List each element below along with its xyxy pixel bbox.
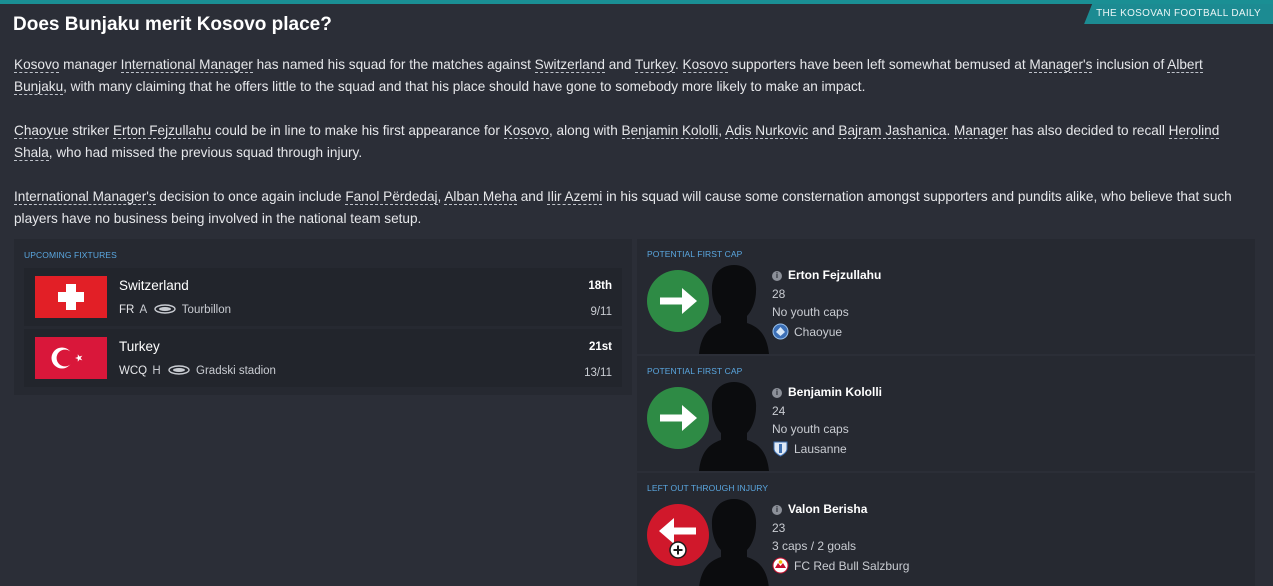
article-link[interactable]: Kosovo bbox=[14, 57, 60, 73]
fixture-row[interactable]: Switzerland FR A Tourbillon 18th 9/11 bbox=[24, 268, 622, 326]
article-text: . bbox=[946, 123, 955, 138]
player-name-row[interactable]: i Benjamin Kololli bbox=[772, 385, 882, 399]
player-card[interactable]: POTENTIAL FIRST CAP i Benjamin Kololli 24… bbox=[637, 356, 1255, 471]
player-club[interactable]: Chaoyue bbox=[794, 325, 842, 339]
article-text: has named his squad for the matches agai… bbox=[252, 57, 535, 72]
switzerland-flag-icon bbox=[35, 276, 107, 318]
info-icon[interactable]: i bbox=[772, 388, 782, 398]
club-badge-icon bbox=[772, 323, 789, 340]
top-accent-bar bbox=[0, 0, 1273, 4]
player-cards-column: POTENTIAL FIRST CAP i Erton Fejzullahu 28… bbox=[637, 239, 1255, 586]
article-link[interactable]: International Manager bbox=[120, 57, 253, 73]
article-link[interactable]: Manager's bbox=[1029, 57, 1093, 73]
stadium-name[interactable]: Tourbillon bbox=[182, 304, 231, 316]
player-silhouette-icon bbox=[699, 265, 769, 354]
fixture-row[interactable]: Turkey WCQ H Gradski stadion 21st 13/11 bbox=[24, 329, 622, 387]
article-link[interactable]: Kosovo bbox=[682, 57, 728, 73]
player-age: 28 bbox=[772, 287, 786, 301]
info-icon[interactable]: i bbox=[772, 505, 782, 515]
article-text: and bbox=[604, 57, 635, 72]
player-club-row[interactable]: Lausanne bbox=[772, 440, 847, 457]
stadium-icon bbox=[168, 365, 190, 375]
player-club-row[interactable]: Chaoyue bbox=[772, 323, 842, 340]
article-text: , with many claiming that he offers litt… bbox=[63, 79, 866, 94]
player-name[interactable]: Benjamin Kololli bbox=[788, 385, 882, 399]
article-link[interactable]: Chaoyue bbox=[14, 123, 69, 139]
stadium-name[interactable]: Gradski stadion bbox=[196, 365, 276, 377]
fixture-day: 21st bbox=[588, 341, 612, 353]
turkey-flag-icon bbox=[35, 337, 107, 379]
competition-code: WCQ bbox=[119, 365, 148, 377]
article-link[interactable]: Manager bbox=[954, 123, 1008, 139]
stadium-icon bbox=[154, 304, 176, 314]
article-paragraph: Kosovo manager International Manager has… bbox=[14, 54, 1254, 98]
article-link[interactable]: Kosovo bbox=[503, 123, 549, 139]
article-link[interactable]: Alban Meha bbox=[444, 189, 517, 205]
article-link[interactable]: Bajram Jashanica bbox=[838, 123, 947, 139]
article-link[interactable]: Ilir Azemi bbox=[547, 189, 603, 205]
venue-type: A bbox=[139, 304, 147, 316]
article-link[interactable]: Erton Fejzullahu bbox=[112, 123, 212, 139]
fixture-date: 9/11 bbox=[590, 306, 612, 318]
venue-type: H bbox=[152, 365, 161, 377]
article-link[interactable]: Turkey bbox=[634, 57, 675, 73]
player-name-row[interactable]: i Erton Fejzullahu bbox=[772, 268, 881, 282]
club-badge-icon bbox=[772, 557, 789, 574]
player-name[interactable]: Valon Berisha bbox=[788, 502, 867, 516]
article-text: supporters have been left somewhat bemus… bbox=[727, 57, 1030, 72]
player-caps: No youth caps bbox=[772, 305, 849, 319]
article-text: striker bbox=[68, 123, 113, 138]
player-silhouette-icon bbox=[699, 499, 769, 586]
article-text: and bbox=[808, 123, 839, 138]
info-icon[interactable]: i bbox=[772, 271, 782, 281]
article-body: Kosovo manager International Manager has… bbox=[14, 54, 1254, 252]
player-caps: No youth caps bbox=[772, 422, 849, 436]
article-text: . bbox=[674, 57, 683, 72]
article-text: , along with bbox=[549, 123, 622, 138]
player-age: 23 bbox=[772, 521, 786, 535]
fixture-competition: WCQ H Gradski stadion bbox=[119, 365, 276, 377]
club-badge-icon bbox=[773, 441, 788, 457]
article-paragraph: Chaoyue striker Erton Fejzullahu could b… bbox=[14, 120, 1254, 164]
player-card[interactable]: POTENTIAL FIRST CAP i Erton Fejzullahu 28… bbox=[637, 239, 1255, 354]
fixture-team-name[interactable]: Switzerland bbox=[119, 278, 189, 293]
article-text: inclusion of bbox=[1092, 57, 1168, 72]
player-age: 24 bbox=[772, 404, 786, 418]
article-text: decision to once again include bbox=[155, 189, 346, 204]
player-card[interactable]: LEFT OUT THROUGH INJURY i Valon Berisha 2… bbox=[637, 473, 1255, 586]
article-text: manager bbox=[59, 57, 121, 72]
player-name-row[interactable]: i Valon Berisha bbox=[772, 502, 867, 516]
player-silhouette-icon bbox=[699, 382, 769, 471]
fixture-day: 18th bbox=[588, 280, 612, 292]
fixture-date: 13/11 bbox=[584, 367, 612, 379]
card-section-title: LEFT OUT THROUGH INJURY bbox=[647, 483, 769, 493]
article-headline: Does Bunjaku merit Kosovo place? bbox=[13, 14, 332, 35]
fixture-competition: FR A Tourbillon bbox=[119, 304, 231, 316]
article-text: has also decided to recall bbox=[1007, 123, 1169, 138]
article-text: and bbox=[516, 189, 548, 204]
player-club[interactable]: FC Red Bull Salzburg bbox=[794, 559, 909, 573]
player-club[interactable]: Lausanne bbox=[794, 442, 847, 456]
article-text: could be in line to make his first appea… bbox=[211, 123, 504, 138]
player-name[interactable]: Erton Fejzullahu bbox=[788, 268, 881, 282]
fixture-team-name[interactable]: Turkey bbox=[119, 339, 160, 354]
article-link[interactable]: Adis Nurkovic bbox=[725, 123, 809, 139]
competition-code: FR bbox=[119, 304, 135, 316]
source-tag: THE KOSOVAN FOOTBALL DAILY bbox=[1084, 4, 1273, 24]
card-section-title: POTENTIAL FIRST CAP bbox=[647, 249, 743, 259]
panel-title: UPCOMING FIXTURES bbox=[24, 250, 117, 260]
card-section-title: POTENTIAL FIRST CAP bbox=[647, 366, 743, 376]
upcoming-fixtures-panel: UPCOMING FIXTURES Switzerland FR A Tourb… bbox=[14, 239, 632, 395]
player-caps: 3 caps / 2 goals bbox=[772, 539, 857, 553]
article-paragraph: International Manager's decision to once… bbox=[14, 186, 1254, 230]
article-link[interactable]: Benjamin Kololli bbox=[621, 123, 719, 139]
article-link[interactable]: International Manager's bbox=[14, 189, 156, 205]
article-link[interactable]: Switzerland bbox=[534, 57, 605, 73]
article-link[interactable]: Fanol Përdedaj bbox=[345, 189, 438, 205]
player-club-row[interactable]: FC Red Bull Salzburg bbox=[772, 557, 909, 574]
article-text: , who had missed the previous squad thro… bbox=[48, 145, 363, 160]
